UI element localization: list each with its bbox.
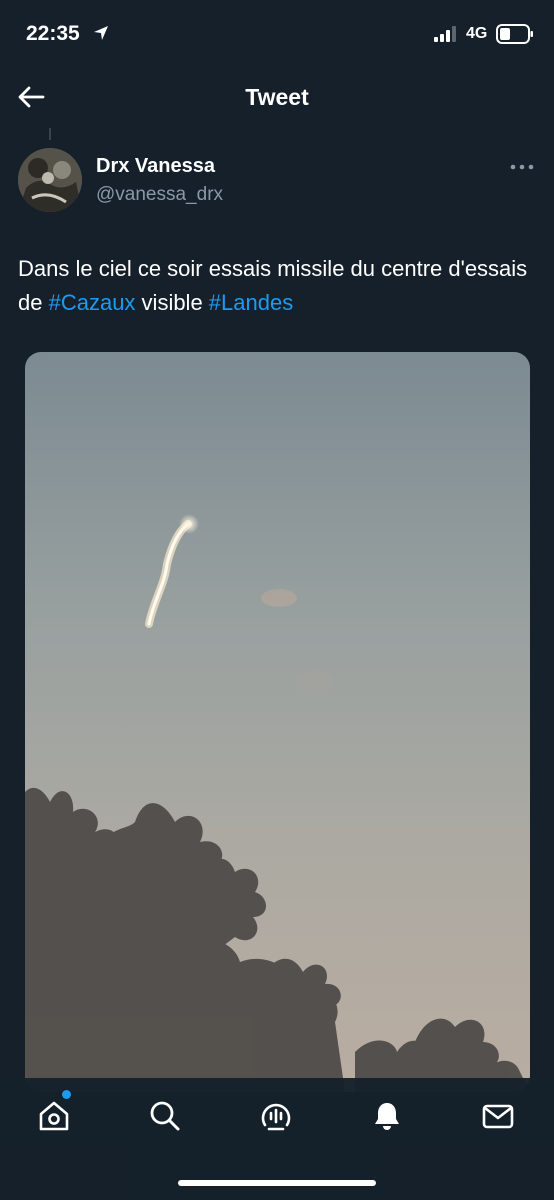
signal-icon <box>434 26 456 42</box>
tab-messages[interactable] <box>476 1094 520 1138</box>
author-handle[interactable]: @vanessa_drx <box>96 184 223 206</box>
tweet-text-part: visible <box>135 290 209 315</box>
status-time: 22:35 <box>26 22 80 45</box>
tab-notifications[interactable] <box>365 1094 409 1138</box>
network-type: 4G <box>466 25 488 42</box>
home-icon <box>39 1101 69 1131</box>
status-bar: 22:35 4G <box>0 0 554 70</box>
tab-search[interactable] <box>143 1094 187 1138</box>
avatar-image <box>18 148 82 212</box>
avatar[interactable] <box>18 148 82 212</box>
thread-line <box>49 128 51 140</box>
spaces-icon <box>261 1103 291 1131</box>
sky-photo-image <box>25 352 530 1092</box>
bell-icon <box>375 1103 399 1130</box>
more-options-button[interactable] <box>508 158 538 176</box>
home-notification-dot <box>62 1090 71 1099</box>
page-title: Tweet <box>245 84 309 110</box>
tab-home[interactable] <box>32 1094 76 1138</box>
location-arrow-icon <box>94 26 108 40</box>
hashtag-link[interactable]: #Landes <box>209 290 293 315</box>
header: Tweet <box>0 70 554 126</box>
tab-spaces[interactable] <box>254 1094 298 1138</box>
home-indicator[interactable] <box>178 1180 376 1186</box>
more-dots-icon <box>510 164 534 170</box>
mail-icon <box>482 1104 514 1129</box>
tweet-text: Dans le ciel ce soir essais missile du c… <box>18 252 528 320</box>
tweet-photo[interactable] <box>25 352 530 1092</box>
battery-icon <box>496 24 533 44</box>
search-icon <box>150 1101 180 1131</box>
hashtag-link[interactable]: #Cazaux <box>49 290 136 315</box>
author-name[interactable]: Drx Vanessa <box>96 155 215 178</box>
